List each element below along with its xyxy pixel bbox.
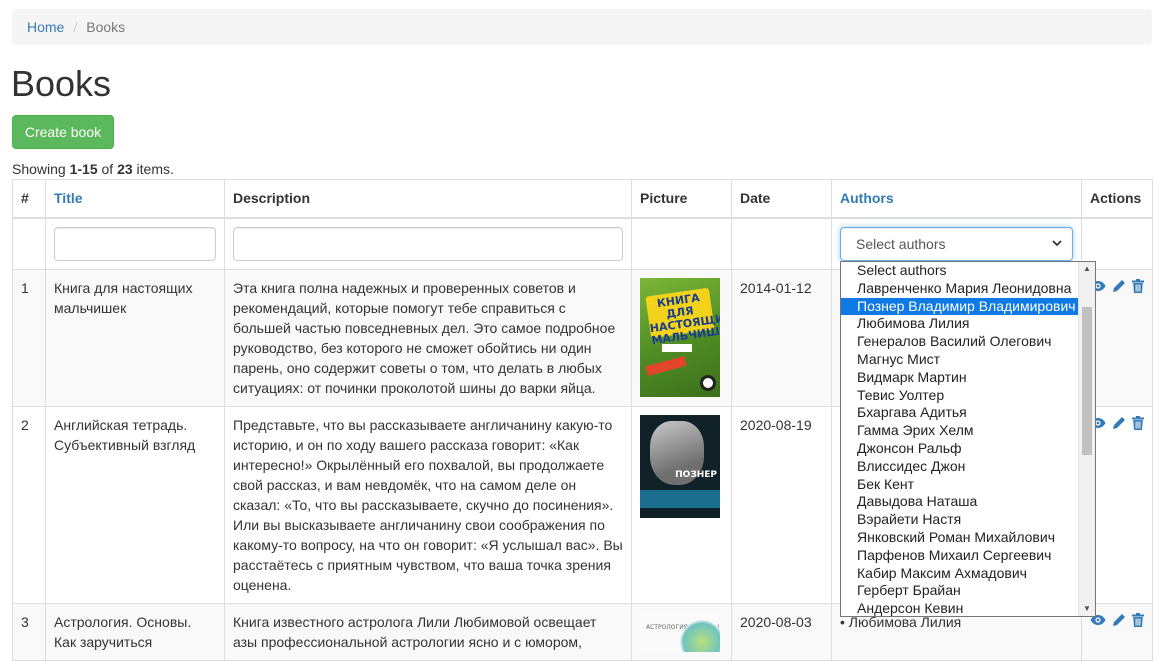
dropdown-option[interactable]: Лавренченко Мария Леонидовна — [841, 280, 1078, 298]
dropdown-option[interactable]: Любимова Лилия — [841, 315, 1078, 333]
row-description: Представьте, что вы рассказываете англич… — [224, 406, 632, 604]
row-num: 2 — [12, 406, 46, 604]
authors-filter-select[interactable]: Select authors — [840, 226, 1073, 261]
dropdown-option[interactable]: Джонсон Ральф — [841, 440, 1078, 458]
dropdown-option[interactable]: Магнус Мист — [841, 351, 1078, 369]
column-header-actions: Actions — [1081, 179, 1153, 219]
edit-pencil-icon[interactable] — [1112, 613, 1126, 627]
dropdown-option[interactable]: Генералов Василий Олегович — [841, 333, 1078, 351]
row-actions — [1090, 415, 1144, 430]
grid-summary: Showing 1-15 of 23 items. — [12, 161, 174, 177]
row-actions — [1090, 278, 1144, 293]
sort-title-link[interactable]: Title — [54, 190, 83, 206]
dropdown-option[interactable]: Андерсон Кевин — [841, 600, 1078, 616]
dropdown-option[interactable]: Бхаргава Адитья — [841, 404, 1078, 422]
authors-options: Select authors Лавренченко Мария Леонидов… — [841, 262, 1078, 616]
scroll-down-arrow-icon[interactable]: ▼ — [1079, 602, 1095, 616]
chevron-down-icon — [1052, 234, 1062, 254]
breadcrumb-home-link[interactable]: Home — [27, 19, 64, 35]
row-title: Астрология. Основы. Как заручиться — [45, 603, 225, 661]
column-header-date: Date — [731, 179, 832, 219]
delete-trash-icon[interactable] — [1132, 416, 1144, 430]
dropdown-option[interactable]: Тевис Уолтер — [841, 387, 1078, 405]
dropdown-scrollbar[interactable]: ▲ ▼ — [1078, 262, 1095, 616]
row-date: 2014-01-12 — [731, 269, 832, 407]
column-header-num: # — [12, 179, 46, 219]
authors-filter-value: Select authors — [856, 235, 946, 252]
row-date: 2020-08-19 — [731, 406, 832, 604]
summary-total: 23 — [117, 161, 133, 177]
book-cover-image: ПОЗНЕР — [640, 415, 720, 518]
dropdown-option-placeholder[interactable]: Select authors — [841, 262, 1078, 280]
column-header-picture: Picture — [631, 179, 732, 219]
title-filter-input[interactable] — [54, 226, 216, 261]
scrollbar-thumb[interactable] — [1082, 307, 1092, 455]
breadcrumb-current: Books — [86, 19, 126, 35]
row-title: Книга для настоящих мальчишек — [45, 269, 225, 407]
sort-authors-link[interactable]: Authors — [840, 190, 894, 206]
dropdown-option[interactable]: Вэрайети Настя — [841, 511, 1078, 529]
dropdown-option[interactable]: Бек Кент — [841, 476, 1078, 494]
cover-title: КНИГА ДЛЯ НАСТОЯЩИХ МАЛЬЧИШЕК — [645, 287, 720, 347]
scroll-up-arrow-icon[interactable]: ▲ — [1079, 262, 1095, 276]
row-title: Английская тетрадь. Субъективный взгляд — [45, 406, 225, 604]
cover-title: ПОЗНЕР — [675, 470, 717, 480]
row-num: 3 — [12, 603, 46, 661]
create-book-button[interactable]: Create book — [12, 115, 114, 149]
dropdown-option[interactable]: Герберт Брайан — [841, 582, 1078, 600]
breadcrumb-separator: / — [73, 19, 78, 35]
row-description: Эта книга полна надежных и проверенных с… — [224, 269, 632, 407]
soccer-ball-icon — [700, 375, 716, 391]
page-title: Books — [11, 63, 112, 104]
dropdown-option[interactable]: Влиссидес Джон — [841, 458, 1078, 476]
book-cover-image: КНИГА ДЛЯ НАСТОЯЩИХ МАЛЬЧИШЕК — [640, 278, 720, 397]
delete-trash-icon[interactable] — [1132, 613, 1144, 627]
column-header-title: Title — [45, 179, 225, 219]
edit-pencil-icon[interactable] — [1112, 416, 1126, 430]
description-filter-input[interactable] — [233, 226, 623, 261]
row-description: Книга известного астролога Лили Любимово… — [224, 603, 632, 661]
row-actions — [1090, 612, 1144, 627]
dropdown-option[interactable]: Парфенов Михаил Сергеевич — [841, 547, 1078, 565]
dropdown-option[interactable]: Кабир Максим Ахмадович — [841, 565, 1078, 583]
dropdown-option[interactable]: Видмарк Мартин — [841, 369, 1078, 387]
authors-dropdown-list[interactable]: Select authors Лавренченко Мария Леонидов… — [840, 261, 1096, 617]
row-date: 2020-08-03 — [731, 603, 832, 661]
column-header-authors: Authors — [831, 179, 1082, 219]
summary-range: 1-15 — [69, 161, 98, 177]
delete-trash-icon[interactable] — [1132, 279, 1144, 293]
dropdown-option[interactable]: Давыдова Наташа — [841, 493, 1078, 511]
edit-pencil-icon[interactable] — [1112, 279, 1126, 293]
breadcrumb: Home / Books — [12, 9, 1152, 45]
dropdown-option[interactable]: Гамма Эрих Хелм — [841, 422, 1078, 440]
book-cover-image: АСТРОЛОГИЯ. ОСНОВЫ — [640, 612, 720, 652]
column-header-description: Description — [224, 179, 632, 219]
dropdown-option[interactable]: Янковский Роман Михайлович — [841, 529, 1078, 547]
row-num: 1 — [12, 269, 46, 407]
dropdown-option[interactable]: Познер Владимир Владимирович — [841, 297, 1078, 316]
